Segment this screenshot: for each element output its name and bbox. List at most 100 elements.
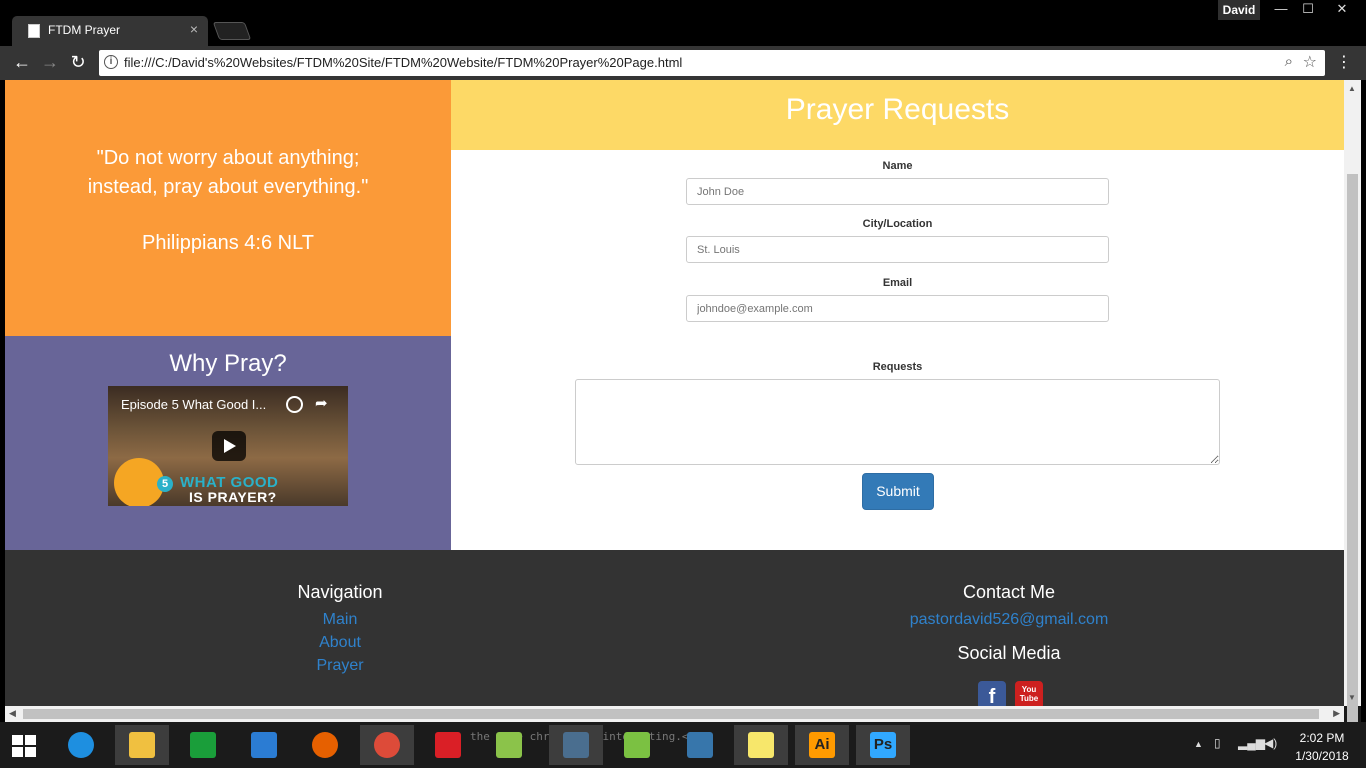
city-input[interactable] — [686, 236, 1109, 263]
play-icon[interactable] — [212, 431, 246, 461]
nav-link-main[interactable]: Main — [240, 608, 440, 631]
new-tab-button[interactable] — [212, 22, 252, 40]
page-title: Prayer Requests — [785, 93, 1010, 126]
vertical-scrollbar[interactable]: ▲ ▼ — [1344, 80, 1361, 752]
taskbar-item[interactable] — [237, 725, 291, 765]
store-icon — [190, 732, 216, 758]
contact-email-link[interactable]: pastordavid526@gmail.com — [859, 608, 1159, 631]
email-label: Email — [882, 277, 913, 289]
browser-menu-icon[interactable]: ⋮ — [1336, 52, 1352, 72]
reload-icon[interactable]: ↻ — [66, 52, 90, 73]
profile-button[interactable]: David — [1218, 0, 1260, 20]
firefox-icon — [312, 732, 338, 758]
windows-logo-bl — [12, 747, 23, 757]
photoshop-icon: Ps — [870, 732, 896, 758]
taskbar-item[interactable] — [421, 725, 475, 765]
contact-title: Contact Me — [962, 582, 1056, 602]
youtube-icon[interactable]: You Tube — [1015, 681, 1043, 706]
taskbar-item[interactable]: Ps — [856, 725, 910, 765]
taskbar-item[interactable] — [734, 725, 788, 765]
maximize-button[interactable]: ☐ — [1295, 0, 1321, 20]
address-bar[interactable]: i file:///C:/David's%20Websites/FTDM%20S… — [99, 50, 1325, 76]
horizontal-scrollbar[interactable]: ◀ ▶ — [5, 706, 1344, 722]
requests-textarea[interactable] — [575, 379, 1220, 465]
taskbar-item[interactable] — [115, 725, 169, 765]
navigation-title: Navigation — [297, 582, 383, 602]
browser-tab[interactable]: FTDM Prayer × — [12, 16, 208, 46]
horizontal-scroll-thumb[interactable] — [23, 709, 1319, 719]
taskbar-item[interactable] — [360, 725, 414, 765]
submit-button[interactable]: Submit — [862, 473, 934, 510]
volume-icon[interactable]: ◀) — [1264, 736, 1277, 750]
forward-icon[interactable]: → — [38, 52, 62, 73]
taskbar-item[interactable] — [176, 725, 230, 765]
page-icon — [28, 24, 40, 38]
share-icon[interactable]: ➦ — [315, 394, 328, 412]
browser-toolbar: ← → ↻ i file:///C:/David's%20Websites/FT… — [0, 46, 1366, 80]
windows-logo-tr — [25, 735, 36, 745]
start-button[interactable] — [12, 735, 36, 757]
taskbar-item[interactable] — [610, 725, 664, 765]
video-embed[interactable]: Episode 5 What Good I... ➦ 5 WHAT GOOD I… — [108, 386, 348, 506]
network-icon[interactable]: ▂▄▆ — [1238, 736, 1265, 750]
bookmark-star-icon[interactable]: ☆ — [1303, 52, 1317, 72]
windows-taskbar: the r se chri an ke interesting.< AiPs ▲… — [0, 722, 1366, 768]
minimize-button[interactable]: — — [1268, 0, 1294, 20]
zoom-icon[interactable]: ⌕ — [1285, 53, 1293, 70]
nav-link-about[interactable]: About — [240, 631, 440, 654]
battery-icon[interactable]: ▯ — [1214, 736, 1221, 750]
video-title[interactable]: Episode 5 What Good I... — [121, 397, 266, 412]
info-icon[interactable]: i — [104, 55, 118, 69]
scroll-down-icon[interactable]: ▼ — [1348, 693, 1356, 702]
nav-link-prayer[interactable]: Prayer — [240, 654, 440, 677]
footer-navigation: Navigation Main About Prayer — [240, 582, 440, 677]
browser-title-bar: FTDM Prayer × David — ☐ ✕ — [0, 0, 1366, 46]
requests-label: Requests — [872, 361, 923, 373]
email-input[interactable] — [686, 295, 1109, 322]
illustrator-icon: Ai — [809, 732, 835, 758]
windows-logo-tl — [12, 735, 23, 745]
episode-number: 5 — [157, 476, 173, 492]
page-viewport: "Do not worry about anything; instead, p… — [5, 80, 1344, 706]
watch-later-icon[interactable] — [286, 396, 303, 413]
clock-time[interactable]: 2:02 PM — [1294, 731, 1350, 745]
prayer-requests-header: Prayer Requests — [451, 80, 1344, 150]
onedrive-icon — [251, 732, 277, 758]
notepad-plus-icon — [496, 732, 522, 758]
scroll-up-icon[interactable]: ▲ — [1348, 84, 1356, 93]
name-input[interactable] — [686, 178, 1109, 205]
tray-expand-icon[interactable]: ▲ — [1194, 739, 1203, 749]
taskbar-item[interactable] — [54, 725, 108, 765]
facebook-icon[interactable]: f — [978, 681, 1006, 706]
scroll-right-icon[interactable]: ▶ — [1333, 708, 1340, 719]
tab-close-icon[interactable]: × — [190, 21, 198, 37]
close-window-button[interactable]: ✕ — [1322, 0, 1362, 20]
why-pray-title: Why Pray? — [169, 350, 287, 377]
file-explorer-icon — [129, 732, 155, 758]
quote-reference: Philippians 4:6 NLT — [142, 232, 314, 254]
url-text[interactable]: file:///C:/David's%20Websites/FTDM%20Sit… — [124, 55, 682, 70]
social-media-title: Social Media — [957, 643, 1061, 663]
taskbar-item[interactable] — [298, 725, 352, 765]
taskbar-item[interactable] — [482, 725, 536, 765]
clock-date[interactable]: 1/30/2018 — [1294, 749, 1350, 763]
taskbar-item[interactable] — [673, 725, 727, 765]
taskbar-item[interactable] — [549, 725, 603, 765]
quote-line-1: "Do not worry about anything; — [96, 147, 360, 169]
quote-text: "Do not worry about anything; instead, p… — [5, 144, 451, 202]
back-icon[interactable]: ← — [10, 52, 34, 73]
internet-explorer-icon — [68, 732, 94, 758]
site-footer: Navigation Main About Prayer Contact Me … — [5, 550, 1344, 706]
video-banner-line-2: IS PRAYER? — [189, 489, 277, 505]
python-icon — [687, 732, 713, 758]
scroll-left-icon[interactable]: ◀ — [9, 708, 16, 719]
city-label: City/Location — [862, 218, 933, 230]
quote-panel: "Do not worry about anything; instead, p… — [5, 80, 451, 336]
tab-title: FTDM Prayer — [48, 23, 120, 37]
taskbar-item[interactable]: Ai — [795, 725, 849, 765]
quote-line-2: instead, pray about everything." — [87, 176, 369, 198]
windows-logo-br — [25, 747, 36, 757]
name-label: Name — [882, 160, 913, 172]
vertical-scroll-thumb[interactable] — [1347, 174, 1358, 752]
creative-cloud-icon — [435, 732, 461, 758]
